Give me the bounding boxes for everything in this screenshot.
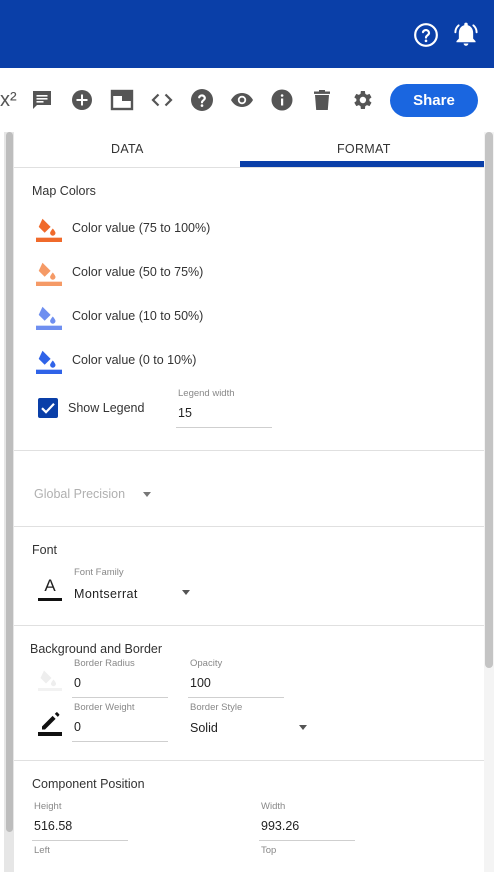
legend-width-underline <box>176 427 272 428</box>
map-color-label: Color value (10 to 50%) <box>72 309 204 323</box>
legend-width-input[interactable]: 15 <box>178 406 192 420</box>
opacity-label: Opacity <box>190 658 223 669</box>
opacity-underline <box>188 697 284 698</box>
properties-panel <box>4 132 494 872</box>
map-color-label: Color value (0 to 10%) <box>72 353 197 367</box>
width-input[interactable]: 993.26 <box>261 819 299 833</box>
map-color-label: Color value (50 to 75%) <box>72 265 204 279</box>
chevron-down-icon[interactable] <box>182 590 190 595</box>
info-icon[interactable] <box>270 88 294 112</box>
border-weight-input[interactable]: 0 <box>74 720 81 734</box>
fill-color-icon[interactable] <box>36 348 62 374</box>
tab-format[interactable]: FORMAT <box>337 142 391 156</box>
fill-color-icon[interactable] <box>36 304 62 330</box>
border-radius-label: Border Radius <box>74 658 135 669</box>
comment-icon[interactable] <box>30 88 54 112</box>
tab-data[interactable]: DATA <box>111 142 144 156</box>
help-icon[interactable] <box>190 88 214 112</box>
height-underline <box>32 840 128 841</box>
border-color-icon[interactable] <box>38 710 62 736</box>
left-scrollbar-thumb[interactable] <box>6 132 13 832</box>
fill-color-icon[interactable] <box>36 260 62 286</box>
background-border-title: Background and Border <box>30 642 163 656</box>
width-label: Width <box>261 801 286 812</box>
active-tab-indicator <box>240 161 484 167</box>
section-divider <box>14 760 484 761</box>
map-colors-title: Map Colors <box>32 184 96 198</box>
font-color-swatch <box>38 598 62 601</box>
border-style-label: Border Style <box>190 702 243 713</box>
left-label: Left <box>34 845 50 856</box>
height-input[interactable]: 516.58 <box>34 819 72 833</box>
opacity-input[interactable]: 100 <box>190 676 211 690</box>
window-icon[interactable] <box>110 88 134 112</box>
section-divider <box>14 450 484 451</box>
superscript-icon[interactable]: x² <box>0 89 17 112</box>
section-divider <box>14 526 484 527</box>
height-label: Height <box>34 801 62 812</box>
border-radius-underline <box>72 697 168 698</box>
component-position-title: Component Position <box>32 777 145 791</box>
font-color-icon[interactable]: A <box>38 576 62 601</box>
right-scrollbar-thumb[interactable] <box>485 132 493 668</box>
delete-icon[interactable] <box>310 88 334 112</box>
add-circle-icon[interactable] <box>70 88 94 112</box>
legend-width-label: Legend width <box>178 388 235 399</box>
font-family-label: Font Family <box>74 567 124 578</box>
section-divider <box>14 625 484 626</box>
code-icon[interactable] <box>150 88 174 112</box>
border-weight-underline <box>72 741 168 742</box>
chevron-down-icon[interactable] <box>299 725 307 730</box>
eye-icon[interactable] <box>230 88 254 112</box>
border-weight-label: Border Weight <box>74 702 135 713</box>
show-legend-checkbox[interactable] <box>38 398 58 418</box>
show-legend-label: Show Legend <box>68 401 145 415</box>
top-app-bar <box>0 0 494 68</box>
help-circle-icon[interactable] <box>413 22 439 48</box>
font-color-glyph: A <box>44 576 56 595</box>
map-color-label: Color value (75 to 100%) <box>72 221 211 235</box>
chevron-down-icon[interactable] <box>143 492 151 497</box>
background-fill-icon[interactable] <box>38 668 62 692</box>
gear-icon[interactable] <box>350 88 374 112</box>
border-style-select[interactable]: Solid <box>190 721 218 735</box>
top-label: Top <box>261 845 277 856</box>
bell-alert-icon[interactable] <box>453 22 479 48</box>
fill-color-icon[interactable] <box>36 216 62 242</box>
font-title: Font <box>32 543 58 557</box>
border-radius-input[interactable]: 0 <box>74 676 81 690</box>
global-precision-select[interactable]: Global Precision <box>34 487 125 501</box>
width-underline <box>259 840 355 841</box>
font-family-select[interactable]: Montserrat <box>74 587 138 601</box>
share-button[interactable]: Share <box>390 84 478 117</box>
